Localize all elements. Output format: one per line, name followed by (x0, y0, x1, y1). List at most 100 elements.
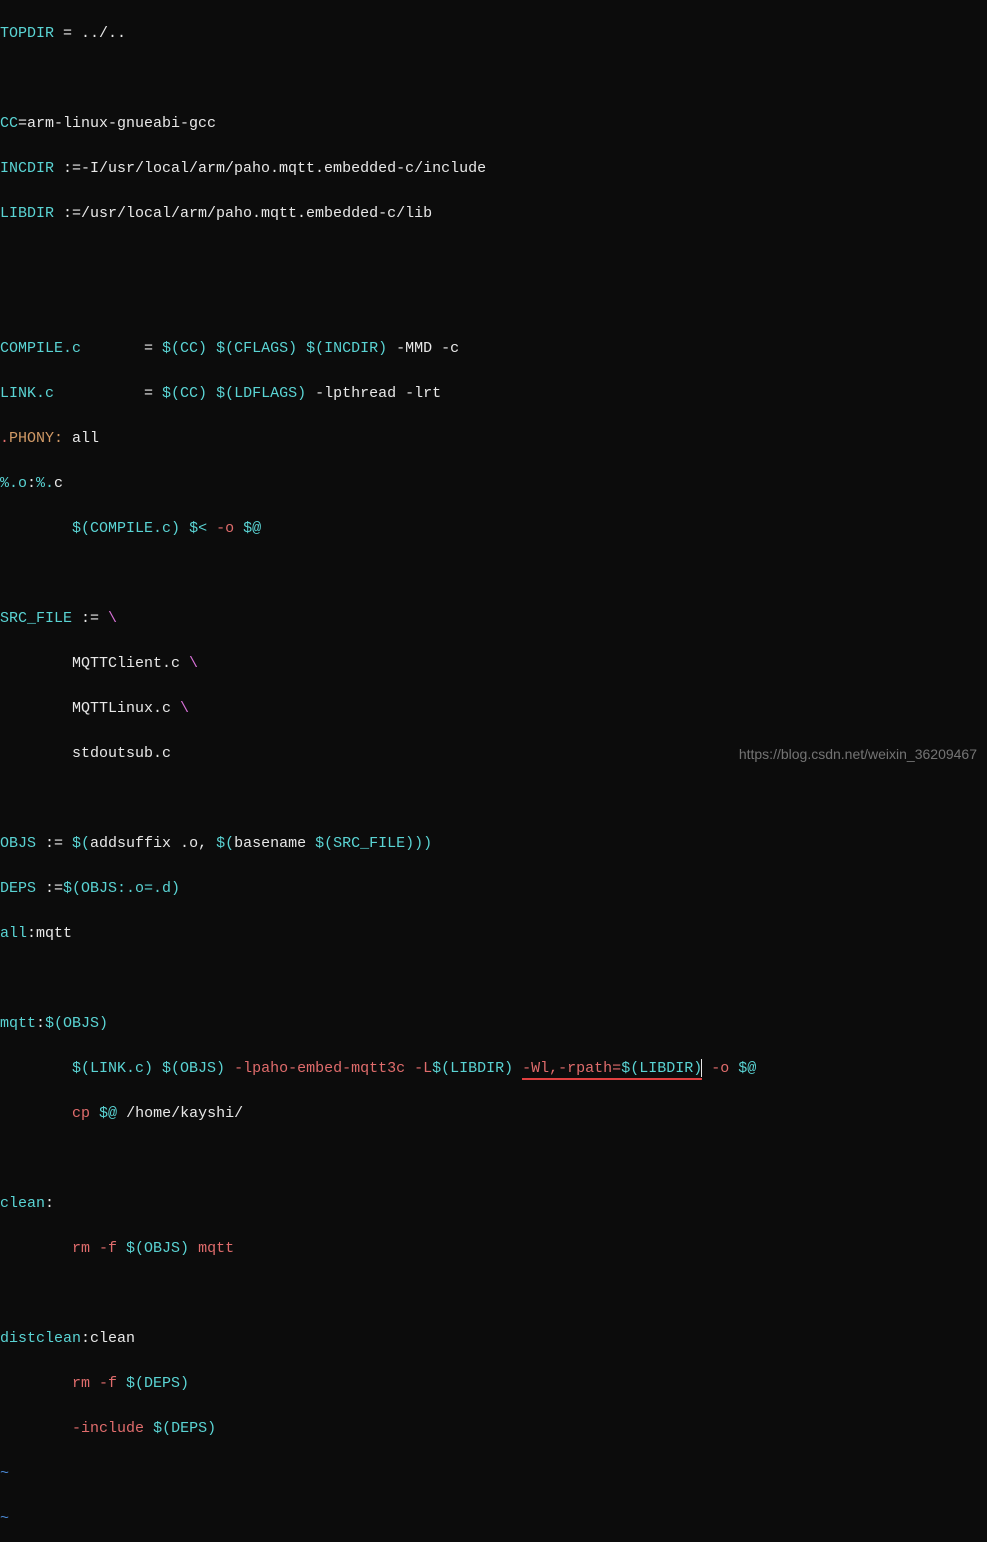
text (117, 1375, 126, 1392)
colon: : (27, 925, 36, 942)
filename: stdoutsub.c (72, 745, 171, 762)
text (729, 1060, 738, 1077)
var-ref: $(LINK.c) (72, 1060, 153, 1077)
func: basename (234, 835, 315, 852)
flag: -Wl,-rpath= (522, 1060, 621, 1077)
text (207, 340, 216, 357)
text (225, 1060, 234, 1077)
var-ref: $(CC) (162, 385, 207, 402)
code-line: clean: (0, 1193, 987, 1216)
colon: : (81, 1330, 90, 1347)
var-ref: $(LIBDIR) (432, 1060, 513, 1077)
text: -MMD -c (387, 340, 459, 357)
pattern: %.o (0, 475, 27, 492)
code-line: MQTTLinux.c \ (0, 698, 987, 721)
blank-line (0, 1283, 987, 1306)
text: := (36, 835, 72, 852)
indent (0, 700, 72, 717)
flag: -lpaho-embed-mqtt3c (234, 1060, 405, 1077)
text: -lpthread -lrt (306, 385, 441, 402)
makefile-var: SRC_FILE (0, 610, 72, 627)
makefile-var: INCDIR (0, 160, 54, 177)
code-line: -include $(DEPS) (0, 1418, 987, 1441)
indent (0, 1240, 72, 1257)
flag: -o (711, 1060, 729, 1077)
text (153, 1060, 162, 1077)
code-line: %.o:%.c (0, 473, 987, 496)
backslash: \ (108, 610, 117, 627)
code-line: all:mqtt (0, 923, 987, 946)
target: clean (0, 1195, 45, 1212)
code-line: DEPS :=$(OBJS:.o=.d) (0, 878, 987, 901)
code-line: rm -f $(DEPS) (0, 1373, 987, 1396)
blank-line (0, 68, 987, 91)
flag: -o (216, 520, 234, 537)
path: /home/kayshi/ (117, 1105, 243, 1122)
code-line: $(LINK.c) $(OBJS) -lpaho-embed-mqtt3c -L… (0, 1058, 987, 1081)
text (144, 1420, 153, 1437)
blank-line (0, 563, 987, 586)
colon: : (45, 1195, 54, 1212)
cmd: rm -f (72, 1240, 117, 1257)
code-line: mqtt:$(OBJS) (0, 1013, 987, 1036)
var-ref: $(LDFLAGS) (216, 385, 306, 402)
code-editor[interactable]: TOPDIR = ../.. CC=arm-linux-gnueabi-gcc … (0, 0, 987, 1542)
auto-var: $@ (99, 1105, 117, 1122)
code-line: CC=arm-linux-gnueabi-gcc (0, 113, 987, 136)
var-ref: $(INCDIR) (306, 340, 387, 357)
text: = ../.. (54, 25, 126, 42)
code-line: .PHONY: all (0, 428, 987, 451)
phony: PHONY: (9, 430, 63, 447)
blank-line (0, 293, 987, 316)
code-line: OBJS := $(addsuffix .o, $(basename $(SRC… (0, 833, 987, 856)
vim-tilde: ~ (0, 1463, 987, 1486)
code-line: $(COMPILE.c) $< -o $@ (0, 518, 987, 541)
text (207, 520, 216, 537)
indent (0, 745, 72, 762)
var-ref: $(SRC_FILE) (315, 835, 414, 852)
text (297, 340, 306, 357)
text: := (72, 610, 108, 627)
code-line: cp $@ /home/kayshi/ (0, 1103, 987, 1126)
code-line: distclean:clean (0, 1328, 987, 1351)
text: =arm-linux-gnueabi-gcc (18, 115, 216, 132)
indent (0, 1060, 72, 1077)
indent (0, 1105, 72, 1122)
backslash: \ (180, 700, 189, 717)
blank-line (0, 968, 987, 991)
text (117, 1240, 126, 1257)
auto-var: $@ (243, 520, 261, 537)
expr: $( (216, 835, 234, 852)
code-line: rm -f $(OBJS) mqtt (0, 1238, 987, 1261)
filename: MQTTClient.c (72, 655, 189, 672)
makefile-var: DEPS (0, 880, 36, 897)
code-line: COMPILE.c = $(CC) $(CFLAGS) $(INCDIR) -M… (0, 338, 987, 361)
auto-var: $< (189, 520, 207, 537)
code-line: LINK.c = $(CC) $(LDFLAGS) -lpthread -lrt (0, 383, 987, 406)
target: distclean (0, 1330, 81, 1347)
target: mqtt (0, 1015, 36, 1032)
var-ref: $(OBJS) (45, 1015, 108, 1032)
var-ref: $(CC) (162, 340, 207, 357)
text (90, 1105, 99, 1122)
makefile-var: TOPDIR (0, 25, 54, 42)
expr: $( (72, 835, 90, 852)
code-line: INCDIR :=-I/usr/local/arm/paho.mqtt.embe… (0, 158, 987, 181)
indent (0, 1420, 72, 1437)
var-ref: $(OBJS:.o=.d) (63, 880, 180, 897)
text: = (54, 385, 162, 402)
text (513, 1060, 522, 1077)
flag: -L (414, 1060, 432, 1077)
text: :=/usr/local/arm/paho.mqtt.embedded-c/li… (54, 205, 432, 222)
text (234, 520, 243, 537)
func: addsuffix .o, (90, 835, 216, 852)
code-line: SRC_FILE := \ (0, 608, 987, 631)
text: :=-I/usr/local/arm/paho.mqtt.embedded-c/… (54, 160, 486, 177)
text: mqtt (198, 1240, 234, 1257)
code-line: MQTTClient.c \ (0, 653, 987, 676)
text: = (81, 340, 162, 357)
colon: : (27, 475, 36, 492)
filename: MQTTLinux.c (72, 700, 180, 717)
dash: - (72, 1420, 81, 1437)
backslash: \ (189, 655, 198, 672)
